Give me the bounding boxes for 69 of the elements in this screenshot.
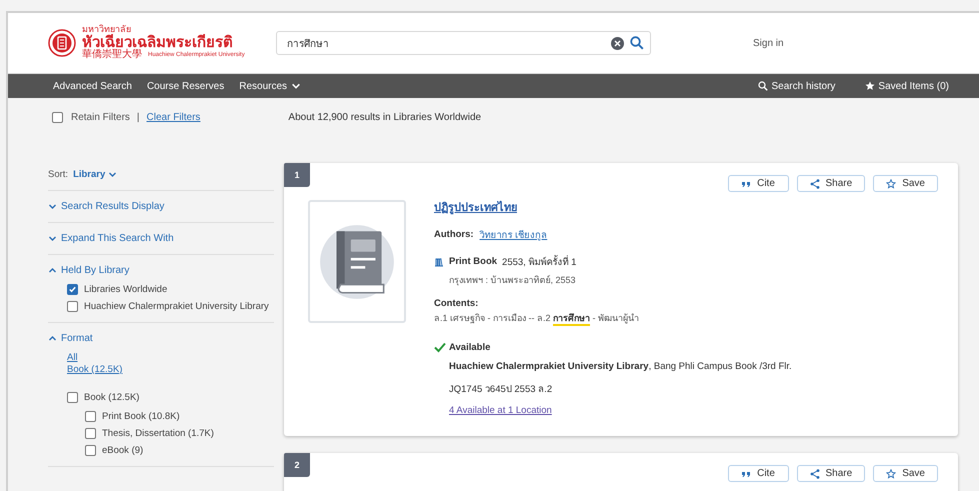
separator-text: | bbox=[136, 112, 140, 122]
filter-option-label: Thesis, Dissertation (1.7K) bbox=[102, 428, 214, 439]
checkbox[interactable] bbox=[85, 428, 96, 439]
filter-option-label: Libraries Worldwide bbox=[84, 284, 168, 295]
facet-header[interactable]: Format bbox=[48, 333, 93, 344]
result-number: 2 bbox=[284, 453, 310, 477]
chevron-down-icon bbox=[48, 234, 57, 243]
cite-button[interactable]: Cite bbox=[728, 465, 789, 482]
retain-filters-label: Retain Filters bbox=[71, 112, 130, 122]
contents-label: Contents: bbox=[434, 298, 480, 309]
availability-text: Available bbox=[449, 342, 490, 352]
library-location-text: Huachiew Chalermprakiet University Library, Bang Phli Campus Book /3rd Flr. bbox=[449, 361, 792, 372]
sort-label: Sort: bbox=[48, 168, 68, 180]
search-icon[interactable] bbox=[630, 36, 644, 50]
checkbox[interactable] bbox=[67, 301, 78, 312]
cite-button[interactable]: Cite bbox=[728, 175, 789, 192]
format-link[interactable]: Book (12.5K) bbox=[67, 364, 274, 376]
share-icon bbox=[810, 468, 820, 478]
filter-option-label: Huachiew Chalermprakiet University Library bbox=[84, 301, 269, 312]
search-icon bbox=[758, 81, 768, 91]
sign-in-link[interactable]: Sign in bbox=[753, 38, 784, 48]
checkbox[interactable] bbox=[67, 284, 78, 295]
nav-link[interactable]: Course Reserves bbox=[146, 80, 224, 92]
results-summary: About 12,900 results in Libraries Worldwide bbox=[288, 112, 482, 122]
edition-text: 2553, พิมพ์ครั้งที่ 1 bbox=[502, 254, 576, 269]
share-button[interactable]: Share bbox=[796, 465, 866, 482]
logo-text: มหาวิทยาลัย bbox=[82, 25, 131, 34]
checkbox[interactable] bbox=[52, 112, 63, 122]
university-seal-icon bbox=[48, 29, 76, 57]
chevron-down-icon bbox=[108, 170, 118, 178]
format-link[interactable]: All bbox=[67, 352, 274, 364]
star-icon bbox=[865, 81, 876, 91]
filter-option-label: eBook (9) bbox=[102, 444, 144, 456]
filter-option-label: Print Book (10.8K) bbox=[102, 410, 180, 422]
chevron-up-icon bbox=[48, 266, 57, 275]
clear-icon[interactable] bbox=[611, 36, 624, 50]
checkbox[interactable] bbox=[67, 392, 78, 403]
result-title-link[interactable]: ปฏิรูปประเทศไทย bbox=[434, 198, 792, 216]
nav-link[interactable]: Search history bbox=[758, 80, 836, 92]
sort-dropdown[interactable]: Library bbox=[73, 168, 118, 180]
nav-link[interactable]: Saved Items (0) bbox=[865, 80, 949, 92]
call-number-text: JQ1745 ว645ป 2553 ล.2 bbox=[449, 383, 554, 396]
chevron-up-icon bbox=[48, 334, 57, 343]
nav-link[interactable]: Advanced Search bbox=[53, 80, 132, 92]
nav-link[interactable]: Resources bbox=[239, 80, 302, 92]
share-icon bbox=[810, 178, 820, 188]
filter-option-label: Book (12.5K) bbox=[84, 392, 140, 403]
search-field[interactable]: การศึกษา bbox=[276, 31, 651, 55]
logo-text: 華僑崇聖大學 bbox=[82, 50, 142, 61]
chevron-down-icon bbox=[48, 202, 57, 211]
format-label: Print Book bbox=[449, 256, 498, 267]
facet-header[interactable]: Search Results Display bbox=[48, 201, 164, 212]
holdings-link[interactable]: 4 Available at 1 Location bbox=[449, 405, 792, 416]
star-icon bbox=[886, 178, 896, 188]
checkbox[interactable] bbox=[85, 444, 96, 456]
facet-header[interactable]: Expand This Search With bbox=[48, 233, 174, 244]
checkbox[interactable] bbox=[85, 410, 96, 422]
clear-filters-link[interactable]: Clear Filters bbox=[146, 112, 200, 122]
share-button[interactable]: Share bbox=[796, 175, 866, 192]
star-icon bbox=[886, 468, 896, 478]
result-number: 1 bbox=[284, 163, 310, 187]
facet-header[interactable]: Held By Library bbox=[48, 265, 130, 276]
author-link[interactable]: วิทยากร เชียงกูล bbox=[480, 227, 548, 242]
authors-label: Authors: bbox=[434, 229, 474, 240]
contents-text: ล.1 เศรษฐกิจ - การเมือง -- ล.2 การศึกษา - พัฒนาผู้นำ bbox=[434, 311, 792, 325]
save-button[interactable]: Save bbox=[873, 465, 938, 482]
publisher-text: กรุงเทพฯ : บ้านพระอาทิตย์, 2553 bbox=[449, 274, 577, 287]
books-icon bbox=[434, 256, 444, 266]
save-button[interactable]: Save bbox=[873, 175, 938, 192]
